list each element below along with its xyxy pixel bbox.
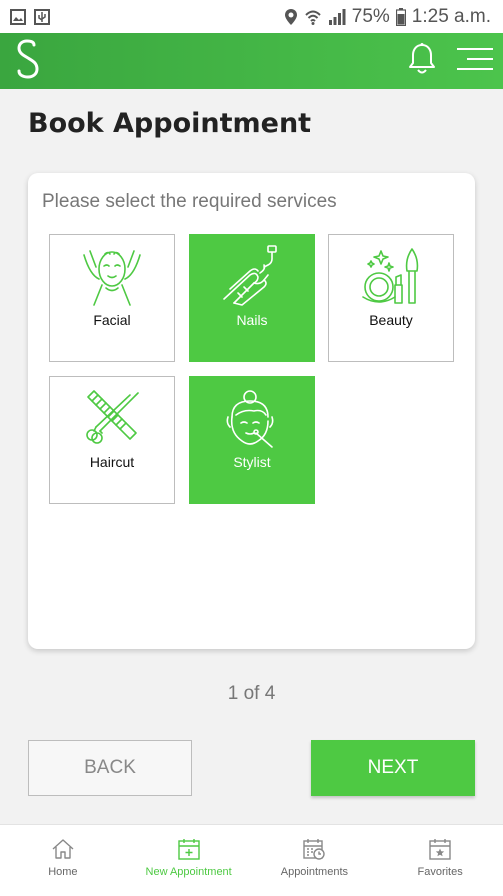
services-card: Please select the required services Faci… <box>28 173 475 649</box>
usb-icon <box>34 8 50 25</box>
nav-item-appointments[interactable]: Appointments <box>252 825 378 896</box>
calendar-star-icon <box>429 839 451 860</box>
location-icon <box>284 8 298 26</box>
haircut-icon <box>86 390 139 444</box>
facial-icon <box>83 250 141 306</box>
stylist-icon <box>226 390 274 448</box>
nav-item-home[interactable]: Home <box>0 825 126 896</box>
nav-item-favorites[interactable]: Favorites <box>377 825 503 896</box>
service-label-haircut: Haircut <box>89 454 135 470</box>
home-icon <box>52 839 74 859</box>
nav-label-home: Home <box>48 866 78 878</box>
bell-icon[interactable] <box>407 42 437 81</box>
s-logo-icon[interactable] <box>14 38 42 84</box>
battery-percent: 75% <box>351 5 390 27</box>
services-prompt: Please select the required services <box>42 191 337 212</box>
app-bar <box>0 33 503 89</box>
bottom-nav: Home New Appointment Appointments Favori… <box>0 824 503 896</box>
nav-label-appointments: Appointments <box>280 866 348 878</box>
calendar-clock-icon <box>303 839 326 860</box>
page-title: Book Appointment <box>28 108 312 139</box>
service-tile-facial[interactable]: Facial <box>49 234 175 362</box>
clock: 1:25 a.m. <box>411 5 491 27</box>
status-bar: 75% 1:25 a.m. <box>0 0 503 33</box>
calendar-add-icon <box>177 839 200 860</box>
nav-label-new-appointment: New Appointment <box>145 866 232 878</box>
battery-icon <box>395 7 406 26</box>
nav-item-new-appointment[interactable]: New Appointment <box>126 825 252 896</box>
back-button[interactable]: BACK <box>28 740 192 796</box>
service-label-nails: Nails <box>236 312 268 328</box>
nav-label-favorites: Favorites <box>417 866 463 878</box>
nails-icon <box>223 245 277 306</box>
menu-icon[interactable] <box>457 46 493 77</box>
page-indicator: 1 of 4 <box>227 683 276 704</box>
signal-icon <box>328 8 346 26</box>
wifi-icon <box>304 8 322 26</box>
service-tile-haircut[interactable]: Haircut <box>49 376 175 504</box>
image-notification-icon <box>10 8 26 25</box>
service-tile-nails[interactable]: Nails <box>189 234 315 362</box>
service-label-beauty: Beauty <box>369 312 413 328</box>
next-button[interactable]: NEXT <box>311 740 475 796</box>
service-label-facial: Facial <box>93 312 131 328</box>
service-tile-stylist[interactable]: Stylist <box>189 376 315 504</box>
service-label-stylist: Stylist <box>233 454 271 470</box>
service-tile-beauty[interactable]: Beauty <box>328 234 454 362</box>
beauty-icon <box>362 248 419 304</box>
